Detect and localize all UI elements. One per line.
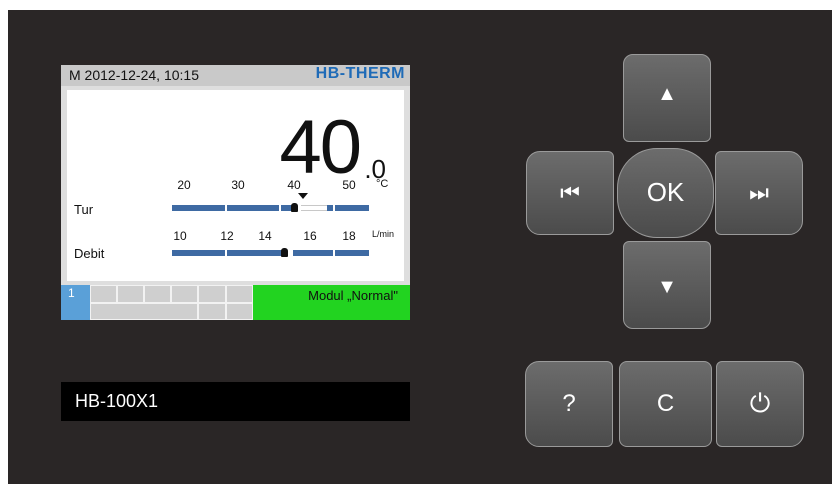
temp-bar-divider (225, 205, 227, 211)
help-icon: ? (562, 390, 576, 417)
status-cell (226, 303, 253, 320)
skip-forward-icon: ⏭ (749, 180, 769, 205)
temp-tick: 20 (177, 178, 191, 192)
cancel-label: C (656, 390, 675, 417)
display-header: M 2012-12-24, 10:15 HB-THERM (61, 65, 410, 86)
power-button[interactable]: ⏻ (716, 361, 804, 447)
temp-tick: 50 (342, 178, 356, 192)
down-arrow-icon: ▼ (657, 276, 677, 298)
temp-actual-marker (291, 203, 298, 212)
flow-bar-left (172, 250, 282, 256)
help-button[interactable]: ? (525, 361, 613, 447)
next-button[interactable]: ⏭ (715, 151, 803, 235)
model-label: HB-100X1 (75, 391, 159, 411)
flow-bar-right (293, 250, 369, 256)
temp-tick: 30 (231, 178, 245, 192)
flow-tick-labels: 10 12 14 16 18 (67, 229, 404, 243)
flow-row-label: Debit (74, 246, 105, 261)
display-inner: 40 .0 20 30 40 50 °C Tur 10 12 14 16 18 … (67, 90, 404, 281)
flow-tick: 16 (303, 229, 317, 243)
status-cell (144, 285, 171, 303)
flow-bar-divider (333, 250, 335, 256)
status-cell (117, 285, 144, 303)
up-arrow-icon: ▲ (657, 83, 677, 105)
status-cell (171, 285, 198, 303)
skip-back-icon: ⏮ (560, 180, 580, 205)
flow-tick: 18 (342, 229, 356, 243)
model-label-box: HB-100X1 (61, 382, 410, 421)
temp-tick-labels: 20 30 40 50 (67, 178, 404, 192)
status-cell (198, 303, 226, 320)
down-button[interactable]: ▼ (623, 241, 711, 329)
temp-row-label: Tur (74, 202, 94, 217)
brand-logo: HB-THERM (315, 65, 405, 82)
status-cell (90, 303, 198, 320)
footer-number-cell: 1 (61, 285, 90, 320)
flow-tick: 10 (173, 229, 187, 243)
setpoint-marker (298, 193, 308, 199)
display-screen: M 2012-12-24, 10:15 HB-THERM 40 .0 20 30… (61, 65, 410, 320)
flow-bar-divider (225, 250, 227, 256)
temp-bar-empty (301, 205, 327, 211)
status-cell (198, 285, 226, 303)
mode-label: Modul „Normal" (308, 288, 398, 303)
mode-indicator: Modul „Normal" (253, 285, 410, 320)
ok-button[interactable]: OK (617, 148, 714, 238)
temp-bar-divider (333, 205, 335, 211)
flow-actual-marker (281, 248, 288, 257)
up-button[interactable]: ▲ (623, 54, 711, 142)
datetime-label: M 2012-12-24, 10:15 (69, 67, 199, 83)
temp-tick: 40 (287, 178, 301, 192)
status-cell (226, 285, 253, 303)
status-cell (90, 285, 117, 303)
temp-bar-filled (172, 205, 295, 211)
footer-number: 1 (68, 286, 75, 300)
display-footer: 1 Modul „Normal" (61, 285, 410, 320)
flow-tick: 12 (220, 229, 234, 243)
power-icon: ⏻ (749, 388, 771, 418)
temperature-value: 40 (279, 105, 362, 190)
prev-button[interactable]: ⏮ (526, 151, 614, 235)
temp-unit: °C (376, 178, 389, 190)
flow-tick: 14 (258, 229, 272, 243)
display-body: 40 .0 20 30 40 50 °C Tur 10 12 14 16 18 … (61, 86, 410, 285)
temp-bar-divider (279, 205, 281, 211)
cancel-button[interactable]: C (619, 361, 712, 447)
flow-unit: L/min (372, 229, 395, 239)
ok-label: OK (646, 177, 685, 207)
